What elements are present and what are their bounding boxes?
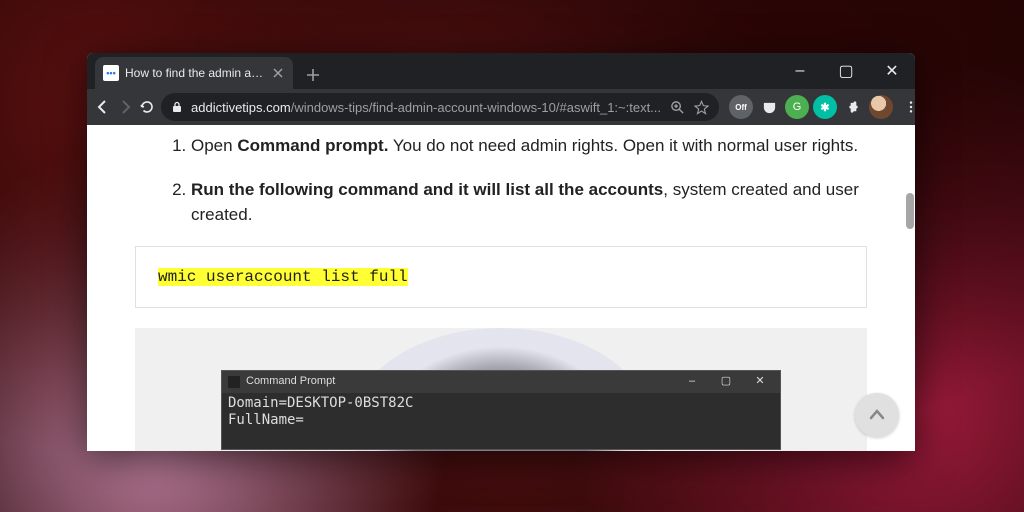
favicon-icon: ••• <box>103 65 119 81</box>
window-controls: – ▢ ✕ <box>777 53 915 89</box>
lock-icon <box>171 101 183 113</box>
extension-grammarly-icon[interactable]: G <box>785 95 809 119</box>
screenshot-figure: Command Prompt – ▢ ✕ Domain=DESKTOP-0BST… <box>135 328 867 452</box>
cmd-minimize-button[interactable]: – <box>678 373 706 390</box>
new-tab-button[interactable] <box>299 61 327 89</box>
step-1: Open Command prompt. You do not need adm… <box>191 133 867 159</box>
browser-toolbar: addictivetips.com/windows-tips/find-admi… <box>87 89 915 125</box>
chrome-menu-button[interactable] <box>897 93 915 121</box>
forward-button[interactable] <box>117 93 133 121</box>
cmd-output-line: FullName= <box>228 412 774 430</box>
extension-off[interactable]: Off <box>729 95 753 119</box>
cmd-title-text: Command Prompt <box>246 373 672 390</box>
scrollbar-thumb[interactable] <box>906 193 914 229</box>
command-prompt-window: Command Prompt – ▢ ✕ Domain=DESKTOP-0BST… <box>221 370 781 450</box>
page-content: Open Command prompt. You do not need adm… <box>87 125 915 451</box>
cmd-output-line: Domain=DESKTOP-0BST82C <box>228 395 774 413</box>
tab-strip: ••• How to find the admin account o – ▢ … <box>87 53 915 89</box>
address-bar[interactable]: addictivetips.com/windows-tips/find-admi… <box>161 93 719 121</box>
reload-button[interactable] <box>139 93 155 121</box>
cmd-output: Domain=DESKTOP-0BST82C FullName= <box>222 393 780 449</box>
browser-tab[interactable]: ••• How to find the admin account o <box>95 57 293 89</box>
command-prompt-titlebar: Command Prompt – ▢ ✕ <box>222 371 780 393</box>
article-body: Open Command prompt. You do not need adm… <box>87 125 915 451</box>
url-text: addictivetips.com/windows-tips/find-admi… <box>191 100 661 115</box>
bookmark-star-icon[interactable] <box>693 99 709 115</box>
cmd-icon <box>228 376 240 388</box>
extension-pocket-icon[interactable] <box>757 95 781 119</box>
minimize-button[interactable]: – <box>777 53 823 89</box>
tab-close-button[interactable] <box>271 66 285 80</box>
cmd-maximize-button[interactable]: ▢ <box>712 373 740 390</box>
cmd-close-button[interactable]: ✕ <box>746 373 774 390</box>
close-window-button[interactable]: ✕ <box>869 53 915 89</box>
extensions-row: Off G ✱ <box>729 93 915 121</box>
maximize-button[interactable]: ▢ <box>823 53 869 89</box>
profile-avatar[interactable] <box>869 95 893 119</box>
zoom-icon[interactable] <box>669 99 685 115</box>
highlighted-code: wmic useraccount list full <box>158 268 408 286</box>
extension-teal-icon[interactable]: ✱ <box>813 95 837 119</box>
tab-title: How to find the admin account o <box>125 66 265 80</box>
step-2: Run the following command and it will li… <box>191 177 867 228</box>
code-block: wmic useraccount list full <box>135 246 867 308</box>
extensions-menu-icon[interactable] <box>841 95 865 119</box>
browser-window: ••• How to find the admin account o – ▢ … <box>87 53 915 451</box>
desktop-wallpaper: ••• How to find the admin account o – ▢ … <box>0 0 1024 512</box>
scroll-to-top-button[interactable] <box>855 393 899 437</box>
back-button[interactable] <box>95 93 111 121</box>
